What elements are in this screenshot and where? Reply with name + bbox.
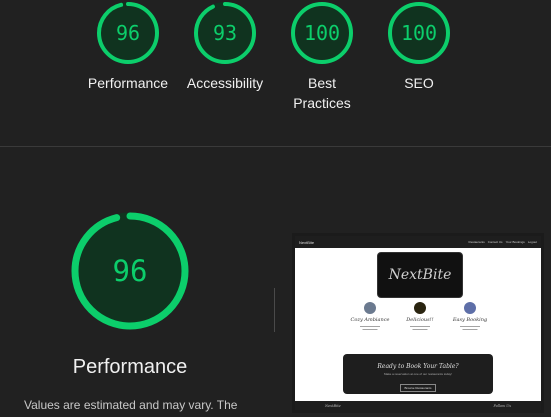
performance-section-title: Performance [72,356,188,378]
screenshot-navbar: NextBite Restaurants Contact Us Your Boo… [295,236,541,248]
gauge-performance[interactable]: 96 Performance [73,0,183,93]
screenshot-nav-link: Restaurants [468,240,485,244]
seo-gauge-ring: 100 [388,2,450,64]
screenshot-nav-link: Your Bookings [505,240,525,244]
screenshot-nav-link: Logout [527,240,537,244]
screenshot-nav-link: Contact Us [487,240,503,244]
performance-big-gauge-ring: 96 [71,212,189,330]
cta-subtitle: Make a reservation at one of our restaur… [383,372,453,376]
best-practices-gauge-ring: 100 [291,2,353,64]
booking-photo-icon [464,302,476,314]
screenshot-brand: NextBite [299,239,315,245]
restaurant-photo-icon [364,302,376,314]
food-photo-icon [414,302,426,314]
final-screenshot[interactable]: NextBite Restaurants Contact Us Your Boo… [292,233,544,413]
footer-right-text: Follow Us [493,403,511,408]
best-practices-label: Best Practices [293,75,351,111]
performance-big-gauge: 96 [70,211,190,331]
performance-label: Performance [87,75,169,91]
screenshot-nav-links: Restaurants Contact Us Your Bookings Log… [469,240,537,244]
gauge-best-practices[interactable]: 100 Best Practices [267,0,377,113]
screenshot-cta-card: Ready to Book Your Table? Make a reserva… [343,354,493,394]
performance-gauge-ring: 96 [97,2,159,64]
feature-text-placeholder: ▬▬▬▬▬▬▬▬ ▬▬▬▬▬▬ [460,325,480,331]
vertical-separator [274,288,275,332]
footer-left-text: NextBite [325,403,341,408]
screenshot-logo-text: NextBite [388,267,452,283]
performance-big-score: 96 [113,254,148,288]
seo-score: 100 [401,21,437,45]
screenshot-footer: NextBite Follow Us [295,401,541,410]
screenshot-hero-logo: NextBite [377,252,463,298]
estimate-note: Values are estimated and may vary. The [24,398,238,412]
gauge-accessibility[interactable]: 93 Accessibility [170,0,280,93]
accessibility-label: Accessibility [186,75,264,91]
best-practices-score: 100 [304,21,340,45]
cta-button: Browse Restaurants [400,384,436,392]
feature-title: Easy Booking [452,317,488,323]
section-divider [0,146,551,147]
seo-label: SEO [404,75,434,91]
gauge-seo[interactable]: 100 SEO [364,0,474,93]
accessibility-score: 93 [213,21,237,45]
cta-title: Ready to Book Your Table? [377,363,459,370]
accessibility-gauge-ring: 93 [194,2,256,64]
performance-score: 96 [116,21,140,45]
screenshot-feature: Easy Booking ▬▬▬▬▬▬▬▬ ▬▬▬▬▬▬ [440,302,500,331]
category-scores: 96 Performance 93 Accessibility 100 Best… [0,0,551,146]
